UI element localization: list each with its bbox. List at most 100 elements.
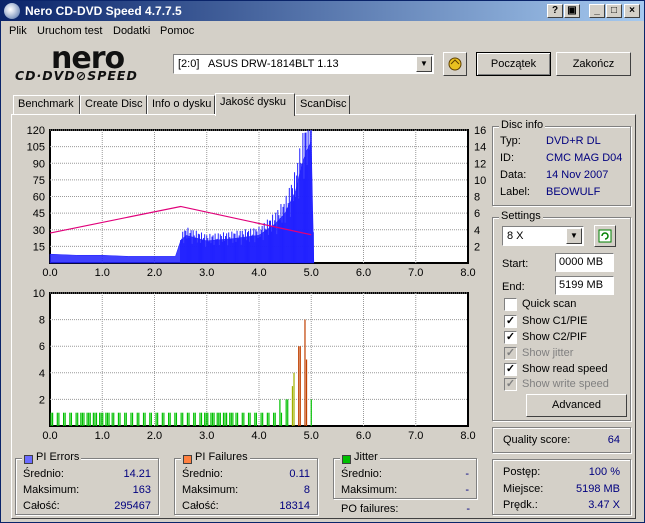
disc-id-label: ID:	[500, 152, 515, 164]
tab-scandisc[interactable]: ScanDisc	[295, 95, 350, 115]
pi-errors-total-value: 295467	[114, 500, 151, 512]
refresh-icon	[598, 229, 612, 243]
show-c2-pif-checkbox[interactable]: ✓	[504, 331, 517, 344]
chart1-y-tick: 15	[33, 241, 45, 253]
chart1-x-tick: 2.0	[147, 267, 162, 279]
chart2-y-tick: 10	[33, 288, 45, 300]
show-write-speed-label: Show write speed	[522, 378, 609, 390]
chart2-x-tick: 3.0	[199, 430, 214, 442]
disc-info-title: Disc info	[499, 119, 546, 131]
disc-info-group: Disc info Typ: DVD+R DL ID: CMC MAG D04 …	[492, 119, 631, 206]
pi-failures-group: PI Failures Średnio: 0.11 Maksimum: 8 Ca…	[174, 451, 318, 515]
start-button[interactable]: Początek	[476, 52, 551, 76]
chart1-x-tick: 4.0	[251, 267, 266, 279]
show-read-speed-checkbox[interactable]: ✓	[504, 363, 517, 376]
disc-date-value: 14 Nov 2007	[546, 169, 609, 181]
show-c1-pie-label: Show C1/PIE	[522, 315, 588, 327]
end-label: End:	[502, 281, 525, 293]
help-icon[interactable]: ?	[547, 4, 563, 18]
pi-errors-avg-value: 14.21	[123, 468, 151, 480]
quality-score-group: Quality score: 64	[492, 427, 631, 453]
settings-title: Settings	[499, 210, 543, 222]
save-icon[interactable]: ▣	[564, 4, 580, 18]
tab-create-disc[interactable]: Create Disc	[80, 95, 147, 115]
chevron-down-icon[interactable]: ▼	[416, 56, 432, 72]
end-input[interactable]: 5199 MB	[555, 276, 614, 295]
pi-errors-total-label: Całość:	[23, 500, 60, 512]
pi-failures-avg-value: 0.11	[289, 468, 310, 480]
pi-errors-legend-swatch	[24, 455, 33, 464]
progress-label: Postęp:	[503, 466, 541, 478]
menu-dodatki[interactable]: Dodatki	[113, 25, 150, 37]
speed-select[interactable]: 8 X ▼	[502, 226, 584, 246]
show-jitter-label: Show jitter	[522, 347, 574, 359]
chart2-x-tick: 1.0	[95, 430, 110, 442]
menu-plik[interactable]: Plik	[9, 25, 27, 37]
show-jitter-checkbox: ✓	[504, 347, 517, 360]
settings-group: Settings 8 X ▼ Start: 0000 MB End: 5199 …	[492, 210, 631, 421]
tab-disc-quality[interactable]: Jakość dysku	[215, 93, 295, 116]
speed-value: 3.47 X	[588, 499, 620, 511]
start-input[interactable]: 0000 MB	[555, 253, 614, 272]
menu-pomoc[interactable]: Pomoc	[160, 25, 194, 37]
po-failures-value: -	[466, 503, 470, 515]
minimize-button[interactable]: _	[589, 4, 605, 18]
disc-type-value: DVD+R DL	[546, 135, 601, 147]
position-value: 5198 MB	[575, 483, 620, 495]
chart1-y-right-tick: 6	[474, 208, 480, 220]
show-write-speed-checkbox: ✓	[504, 378, 517, 391]
chart1-y-tick: 75	[33, 175, 45, 187]
menu-uruchom-test[interactable]: Uruchom test	[37, 25, 102, 37]
chart1-y-right-tick: 12	[474, 158, 486, 170]
chart1-x-tick: 8.0	[460, 267, 475, 279]
maximize-button[interactable]: □	[606, 4, 622, 18]
disc-date-label: Data:	[500, 169, 527, 181]
chart1-x-tick: 7.0	[408, 267, 423, 279]
show-read-speed-label: Show read speed	[522, 363, 608, 375]
pi-errors-max-value: 163	[132, 484, 151, 496]
chart1-y-right-tick: 2	[474, 241, 480, 253]
read-speed-pi-chart: 0.0 1.0 2.0 3.0 4.0 5.0 6.0 7.0 8.0 120 105 90 75 60 4…	[27, 125, 487, 279]
chart1-x-tick: 6.0	[356, 267, 371, 279]
close-button[interactable]: ×	[624, 4, 640, 18]
position-label: Miejsce:	[503, 483, 544, 495]
chart1-y-tick: 30	[33, 225, 45, 237]
drive-select[interactable]: [2:0] ASUS DRW-1814BLT 1.13 ▼	[173, 54, 434, 74]
quality-score-value: 64	[607, 434, 620, 446]
window-title: Nero CD-DVD Speed 4.7.7.5	[25, 4, 182, 18]
end-button[interactable]: Zakończ	[556, 52, 631, 76]
pi-failures-max-value: 8	[303, 484, 310, 496]
jitter-group: Jitter Średnio: - Maksimum: -	[333, 451, 477, 499]
advanced-button[interactable]: Advanced	[526, 394, 627, 417]
chart2-x-tick: 7.0	[408, 430, 423, 442]
chart1-x-tick: 3.0	[199, 267, 214, 279]
pi-failures-max-label: Maksimum:	[182, 484, 239, 496]
quick-scan-checkbox[interactable]	[504, 298, 517, 311]
jitter-legend-swatch	[342, 455, 351, 464]
jitter-avg-value: -	[465, 468, 469, 480]
pi-failures-legend-swatch	[183, 455, 192, 464]
pif-chart: 0.0 1.0 2.0 3.0 4.0 5.0 6.0 7.0 8.0 10 8 6 4 2	[33, 288, 476, 442]
app-window: Nero CD-DVD Speed 4.7.7.5 ? ▣ _ □ × Plik…	[0, 0, 645, 523]
tab-disc-info[interactable]: Info o dysku	[147, 95, 215, 115]
eject-refresh-button[interactable]	[443, 52, 467, 76]
tab-benchmark[interactable]: Benchmark	[13, 95, 80, 115]
quick-scan-label: Quick scan	[522, 298, 577, 310]
title-bar: Nero CD-DVD Speed 4.7.7.5 ? ▣ _ □ ×	[1, 1, 644, 21]
show-c1-pie-checkbox[interactable]: ✓	[504, 315, 517, 328]
po-failures-label: PO failures:	[341, 503, 399, 515]
pi-errors-avg-label: Średnio:	[23, 468, 64, 480]
chart2-y-tick: 2	[39, 394, 45, 406]
pi-errors-group: PI Errors Średnio: 14.21 Maksimum: 163 C…	[15, 451, 159, 515]
chevron-down-icon[interactable]: ▼	[566, 228, 582, 244]
chart1-x-tick: 5.0	[304, 267, 319, 279]
chart1-y-tick: 105	[27, 142, 45, 154]
speed-label: Prędk.:	[503, 499, 538, 511]
quality-score-label: Quality score:	[503, 434, 571, 446]
refresh-speed-button[interactable]	[594, 225, 616, 247]
speed-select-value: 8 X	[507, 230, 524, 242]
chart2-x-tick: 5.0	[304, 430, 319, 442]
disc-type-label: Typ:	[500, 135, 521, 147]
chart1-y-tick: 60	[33, 192, 45, 204]
chart1-x-tick: 1.0	[95, 267, 110, 279]
